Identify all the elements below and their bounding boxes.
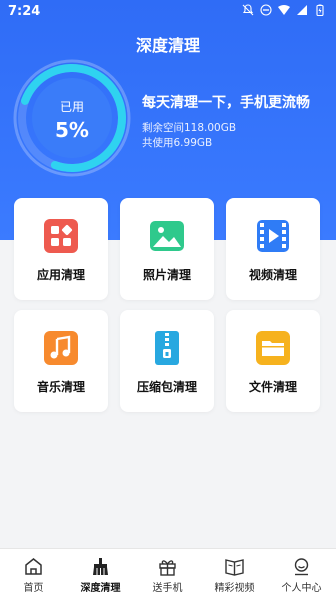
do-not-disturb-icon <box>260 4 272 16</box>
tab-profile[interactable]: 个人中心 <box>268 549 335 597</box>
slogan-text: 每天清理一下，手机更流畅 <box>142 95 310 111</box>
tab-free-phone[interactable]: 送手机 <box>134 549 201 597</box>
battery-icon <box>316 4 324 16</box>
card-label: 文件清理 <box>248 380 297 394</box>
card-label: 应用清理 <box>36 268 85 282</box>
wifi-icon <box>278 5 290 15</box>
tab-label: 送手机 <box>152 583 183 594</box>
signal-icon <box>297 5 307 15</box>
card-file-cleanup[interactable]: 文件清理 <box>226 310 320 412</box>
tab-label: 首页 <box>23 583 44 594</box>
storage-gauge: 已用 5% <box>12 58 132 178</box>
status-icons <box>242 4 326 16</box>
book-icon <box>225 559 244 576</box>
tab-label: 精彩视频 <box>214 583 255 594</box>
status-bar: 7:24 <box>0 0 336 24</box>
card-music-cleanup[interactable]: 音乐清理 <box>14 310 108 412</box>
zip-icon <box>155 331 179 365</box>
card-label: 音乐清理 <box>36 380 85 394</box>
tab-label: 个人中心 <box>281 583 322 594</box>
card-video-cleanup[interactable]: 视频清理 <box>226 198 320 300</box>
apps-icon <box>44 219 78 253</box>
user-icon <box>294 558 309 576</box>
card-label: 压缩包清理 <box>136 380 197 394</box>
tab-videos[interactable]: 精彩视频 <box>201 549 268 597</box>
gift-icon <box>159 560 176 576</box>
bottom-tab-bar: 首页 深度清理 送手机 精彩视频 个人中心 <box>0 548 336 597</box>
home-icon <box>25 558 42 575</box>
card-label: 视频清理 <box>248 268 297 282</box>
tab-deep-clean[interactable]: 深度清理 <box>67 549 134 597</box>
card-app-cleanup[interactable]: 应用清理 <box>14 198 108 300</box>
card-photo-cleanup[interactable]: 照片清理 <box>120 198 214 300</box>
used-space-text: 共使用6.99GB <box>142 137 213 149</box>
status-time: 7:24 <box>8 4 41 19</box>
notifications-off-icon <box>242 4 254 16</box>
broom-icon <box>93 558 108 575</box>
music-icon <box>44 331 78 365</box>
remaining-space-text: 剩余空间118.00GB <box>142 122 237 134</box>
photo-icon <box>150 221 184 251</box>
tab-home[interactable]: 首页 <box>0 549 67 597</box>
card-label: 照片清理 <box>142 268 191 282</box>
gauge-label: 已用 <box>59 100 84 114</box>
folder-icon <box>256 331 290 365</box>
card-archive-cleanup[interactable]: 压缩包清理 <box>120 310 214 412</box>
page-title: 深度清理 <box>135 36 200 55</box>
gauge-percent: 5% <box>55 118 89 142</box>
video-icon <box>257 220 289 252</box>
tab-label: 深度清理 <box>80 583 121 594</box>
